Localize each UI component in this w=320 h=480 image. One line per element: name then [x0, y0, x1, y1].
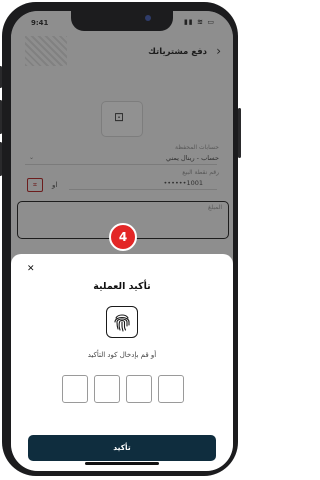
sheet-title: تأكيد العملية — [93, 281, 151, 292]
fingerprint-icon — [114, 314, 130, 332]
home-indicator — [85, 462, 159, 465]
close-icon[interactable]: ✕ — [27, 264, 35, 274]
status-bar: 9:41 ▮▮ ≋ ▭ — [11, 17, 233, 31]
fingerprint-button[interactable] — [106, 306, 138, 338]
signal-wifi-battery-icon: ▮▮ ≋ ▭ — [183, 18, 215, 26]
confirm-sheet: ✕ تأكيد العملية أو قم بإدخال كود التأكيد — [11, 254, 233, 471]
confirm-button[interactable]: تأكيد — [28, 435, 216, 461]
silent-switch — [0, 66, 2, 88]
step-badge: 4 — [109, 223, 137, 251]
otp-input-group — [62, 375, 184, 403]
otp-digit-3[interactable] — [126, 375, 152, 403]
status-time: 9:41 — [31, 19, 49, 27]
otp-digit-1[interactable] — [62, 375, 88, 403]
volume-up-button — [0, 100, 2, 134]
otp-digit-4[interactable] — [158, 375, 184, 403]
otp-digit-2[interactable] — [94, 375, 120, 403]
volume-down-button — [0, 142, 2, 176]
power-button — [238, 108, 241, 158]
otp-hint: أو قم بإدخال كود التأكيد — [87, 351, 157, 359]
phone-frame: 9:41 ▮▮ ≋ ▭ ‹ دفع مشترياتك ⊡ حسابات المح… — [0, 2, 241, 476]
screen: 9:41 ▮▮ ≋ ▭ ‹ دفع مشترياتك ⊡ حسابات المح… — [11, 11, 233, 471]
